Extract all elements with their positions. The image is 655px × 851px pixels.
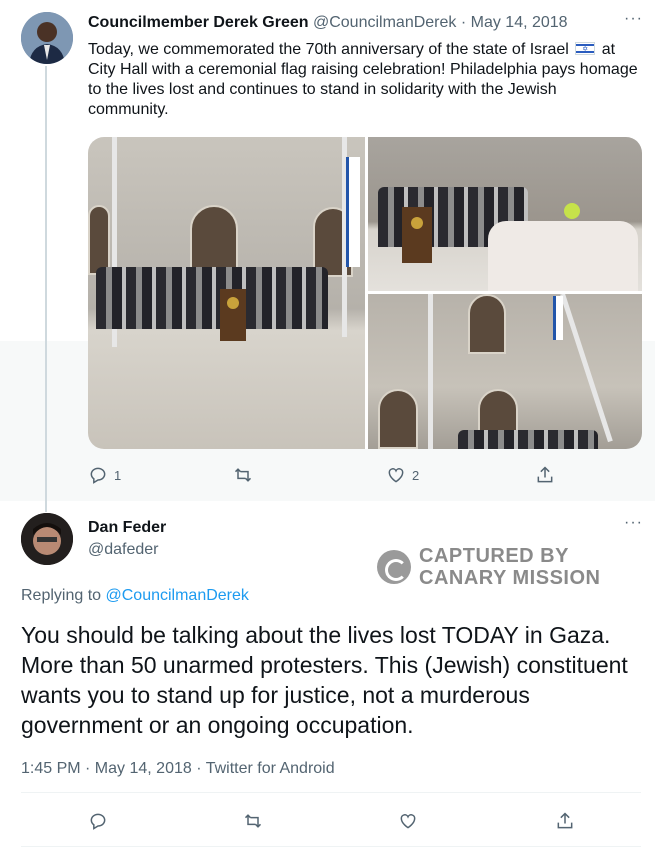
window — [88, 205, 110, 275]
photo-flag-raising[interactable] — [368, 294, 642, 449]
reply-icon — [90, 467, 106, 484]
israel-flag — [553, 296, 563, 340]
like-count: 2 — [412, 467, 420, 483]
crowd — [458, 430, 598, 449]
separator-dot: · — [460, 14, 467, 31]
flagpole — [560, 294, 613, 443]
replying-to-link[interactable]: @CouncilmanDerek — [106, 587, 249, 604]
window — [468, 294, 506, 354]
like-icon — [400, 814, 416, 829]
share-icon — [557, 812, 573, 829]
tweet-text: You should be talking about the lives lo… — [21, 622, 628, 738]
like-button[interactable] — [398, 811, 418, 831]
watermark-line2: CANARY MISSION — [419, 567, 601, 589]
israel-flag — [346, 157, 360, 267]
more-options-icon[interactable]: ··· — [624, 10, 643, 28]
replying-to: Replying to @CouncilmanDerek — [21, 587, 249, 605]
author-handle[interactable]: @CouncilmanDerek — [313, 14, 456, 31]
crowd — [96, 267, 328, 329]
canary-mission-logo-icon — [377, 550, 411, 584]
window — [378, 389, 418, 449]
more-options-icon[interactable]: ··· — [624, 514, 643, 532]
reply-button[interactable]: 1 — [88, 465, 121, 485]
watermark: CAPTURED BY CANARY MISSION — [377, 545, 600, 589]
tweet-text: Today, we commemorated the 70th annivers… — [88, 40, 640, 120]
reply-count: 1 — [114, 467, 122, 483]
like-icon — [388, 468, 404, 483]
avatar[interactable] — [21, 12, 73, 64]
tweet-original[interactable]: Councilmember Derek Green @CouncilmanDer… — [0, 0, 655, 502]
divider — [21, 792, 641, 793]
retweet-icon — [234, 468, 252, 482]
flagpole — [428, 294, 433, 449]
author-name[interactable]: Dan Feder — [88, 519, 166, 537]
city-seal — [227, 297, 239, 309]
city-seal — [411, 217, 423, 229]
green-cap — [564, 203, 580, 219]
like-button[interactable]: 2 — [386, 465, 419, 485]
author-name[interactable]: Councilmember Derek Green — [88, 14, 309, 31]
avatar[interactable] — [21, 513, 73, 565]
retweet-icon — [244, 814, 262, 828]
watermark-text: CAPTURED BY CANARY MISSION — [419, 545, 600, 589]
retweet-button[interactable] — [243, 811, 263, 831]
share-icon — [537, 466, 553, 483]
photo-podium-children[interactable] — [368, 137, 642, 291]
divider — [21, 846, 641, 847]
reply-icon — [90, 813, 106, 830]
israel-flag-icon: ✡ — [575, 42, 596, 55]
watermark-line1: CAPTURED BY — [419, 545, 569, 567]
podium — [402, 207, 432, 263]
replying-prefix: Replying to — [21, 587, 102, 604]
share-button[interactable] — [535, 465, 555, 485]
tweet-metadata[interactable]: 1:45 PM · May 14, 2018 · Twitter for And… — [21, 760, 335, 778]
tweet-date[interactable]: May 14, 2018 — [471, 14, 568, 31]
author-handle[interactable]: @dafeder — [88, 541, 159, 559]
window — [190, 205, 238, 275]
tweet-text-part1: Today, we commemorated the 70th annivers… — [88, 41, 569, 58]
reply-button[interactable] — [88, 811, 108, 831]
children-audience — [488, 221, 638, 291]
share-button[interactable] — [555, 811, 575, 831]
photo-grid[interactable] — [88, 137, 642, 449]
retweet-button[interactable] — [233, 465, 259, 485]
tweet-header: Councilmember Derek Green @CouncilmanDer… — [88, 14, 568, 32]
photo-flag-ceremony-wide[interactable] — [88, 137, 365, 449]
